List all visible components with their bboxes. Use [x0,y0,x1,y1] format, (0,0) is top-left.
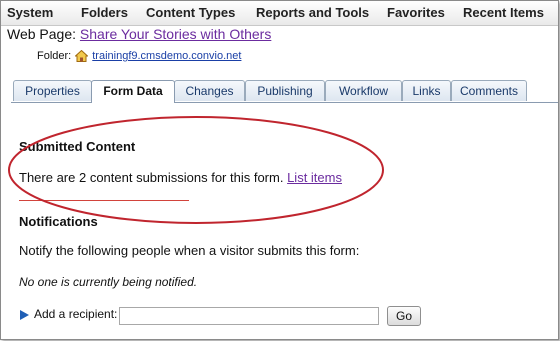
menu-favorites[interactable]: Favorites [387,5,445,20]
submitted-content-text: There are 2 content submissions for this… [19,170,342,185]
tab-form-data[interactable]: Form Data [91,80,175,103]
menu-bar: System Folders Content Types Reports and… [1,1,558,26]
go-button[interactable]: Go [387,306,421,326]
arrow-right-icon [20,310,29,320]
folder-label: Folder: [37,50,72,62]
tab-bar: Properties Form Data Changes Publishing … [11,80,558,103]
folder-link[interactable]: trainingf9.cmsdemo.convio.net [92,50,241,62]
tab-changes[interactable]: Changes [174,80,245,101]
folder-line: Folder: trainingf9.cmsdemo.convio.net [37,50,241,62]
notifications-description: Notify the following people when a visit… [19,243,360,258]
no-recipients-note: No one is currently being notified. [19,275,198,289]
submission-count-text: There are 2 content submissions for this… [19,170,284,185]
window-frame: System Folders Content Types Reports and… [0,0,559,340]
add-recipient-input[interactable] [119,307,379,325]
tab-workflow[interactable]: Workflow [325,80,402,101]
page-title-line: Web Page: Share Your Stories with Others [7,26,271,42]
home-icon [75,50,89,62]
menu-reports-and-tools[interactable]: Reports and Tools [256,5,369,20]
submitted-content-heading: Submitted Content [19,139,136,154]
list-items-link[interactable]: List items [287,170,342,185]
web-page-title-link[interactable]: Share Your Stories with Others [80,26,271,42]
menu-content-types[interactable]: Content Types [146,5,235,20]
menu-recent-items[interactable]: Recent Items [463,5,544,20]
web-page-label: Web Page: [7,26,77,42]
notifications-heading: Notifications [19,214,98,229]
section-divider [19,200,189,201]
tab-links[interactable]: Links [402,80,451,101]
tab-comments[interactable]: Comments [451,80,527,101]
tab-publishing[interactable]: Publishing [245,80,325,101]
form-data-panel: Submitted Content There are 2 content su… [11,102,557,338]
menu-folders[interactable]: Folders [81,5,128,20]
add-recipient-label: Add a recipient: [34,307,118,321]
menu-system[interactable]: System [7,5,53,20]
tab-properties[interactable]: Properties [13,80,92,101]
